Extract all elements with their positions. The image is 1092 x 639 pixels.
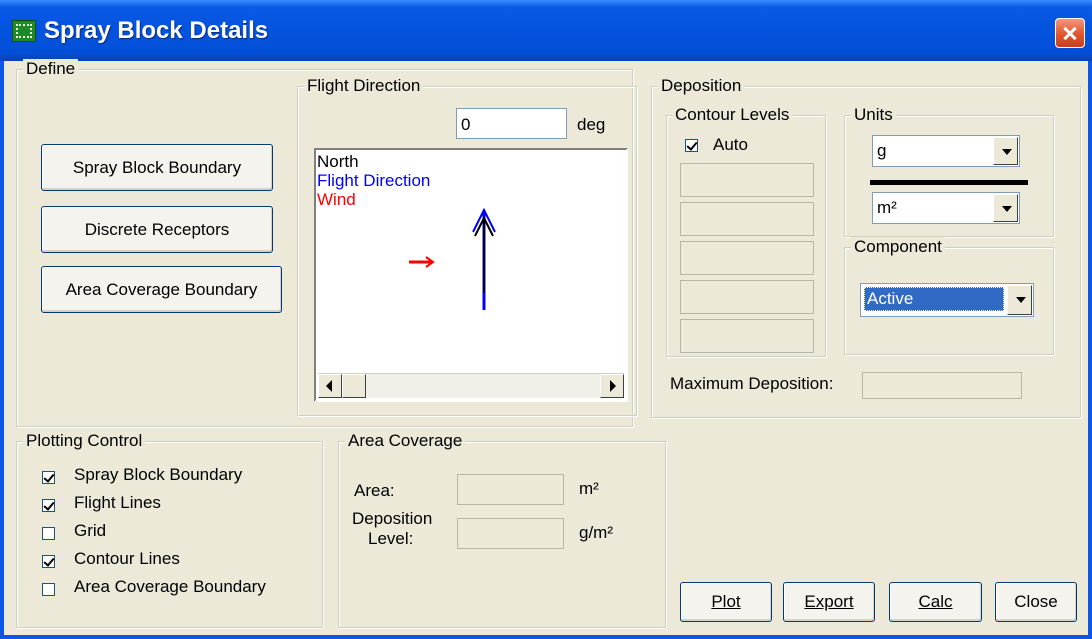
define-group-label: Define [23, 59, 79, 79]
direction-arrows [409, 207, 496, 310]
scroll-right-icon[interactable] [600, 374, 624, 398]
scroll-left-icon[interactable] [318, 374, 342, 398]
component-label: Component [851, 237, 945, 257]
auto-label: Auto [713, 135, 748, 154]
plotting-control-label: Plotting Control [23, 431, 146, 451]
contour-level-1[interactable] [680, 163, 814, 197]
close-icon[interactable] [1055, 18, 1085, 48]
scroll-thumb[interactable] [342, 374, 366, 398]
flight-direction-input[interactable]: 0 [456, 108, 567, 139]
flight-lines-check-label: Flight Lines [74, 493, 161, 512]
deposition-label: Deposition [658, 76, 745, 96]
units-denominator-select[interactable]: m² [872, 192, 1020, 224]
area-coverage-boundary-checkbox[interactable] [42, 583, 55, 596]
grid-checkbox[interactable] [42, 527, 55, 540]
area-unit-label: m² [579, 479, 599, 498]
units-numerator-select[interactable]: g [872, 135, 1020, 167]
plot-button[interactable]: Plot [680, 582, 772, 622]
flight-direction-label: Flight Direction [304, 76, 424, 96]
area-coverage-label: Area Coverage [345, 431, 466, 451]
component-select[interactable]: Active [860, 283, 1034, 317]
contour-level-3[interactable] [680, 241, 814, 275]
contour-level-4[interactable] [680, 280, 814, 314]
spray-block-boundary-checkbox[interactable] [42, 471, 55, 484]
dialog-body: Define Spray Block Boundary Discrete Rec… [4, 59, 1088, 635]
area-field[interactable] [457, 474, 564, 505]
plot-horizontal-scrollbar[interactable] [318, 373, 624, 398]
close-button[interactable]: Close [995, 582, 1077, 622]
units-label: Units [851, 105, 896, 125]
wind-arrow [409, 256, 435, 268]
discrete-receptors-button[interactable]: Discrete Receptors [41, 206, 273, 253]
title-bar[interactable]: Spray Block Details [0, 0, 1092, 61]
contour-level-2[interactable] [680, 202, 814, 236]
export-button[interactable]: Export [783, 582, 875, 622]
deposition-level-field[interactable] [457, 518, 564, 549]
flight-direction-plot: North Flight Direction Wind [314, 148, 628, 402]
area-label: Area: [354, 481, 395, 500]
area-coverage-boundary-check-label: Area Coverage Boundary [74, 577, 266, 596]
contour-lines-checkbox[interactable] [42, 555, 55, 568]
contour-levels-label: Contour Levels [672, 105, 793, 125]
maximum-deposition-field[interactable] [862, 372, 1022, 399]
spray-block-boundary-check-label: Spray Block Boundary [74, 465, 243, 484]
grid-check-label: Grid [74, 521, 107, 540]
deposition-level-label-2: Level: [368, 529, 414, 548]
flight-lines-checkbox[interactable] [42, 499, 55, 512]
degree-unit-label: deg [577, 115, 606, 134]
grid-icon [12, 20, 36, 42]
spray-block-details-window: Spray Block Details Define Spray Block B… [0, 0, 1092, 639]
area-coverage-boundary-button[interactable]: Area Coverage Boundary [41, 266, 282, 313]
window-title: Spray Block Details [44, 17, 269, 44]
calc-button[interactable]: Calc [889, 582, 982, 622]
contour-level-5[interactable] [680, 319, 814, 353]
chevron-down-icon[interactable] [993, 137, 1018, 165]
north-arrow [474, 215, 494, 293]
spray-block-boundary-button[interactable]: Spray Block Boundary [41, 144, 273, 191]
chevron-down-icon[interactable] [1007, 285, 1032, 315]
contour-lines-check-label: Contour Lines [74, 549, 180, 568]
units-fraction-line [870, 180, 1028, 185]
deposition-level-label-1: Deposition [352, 509, 433, 528]
deposition-level-unit-label: g/m² [579, 523, 613, 542]
maximum-deposition-label: Maximum Deposition: [670, 374, 834, 393]
chevron-down-icon[interactable] [993, 194, 1018, 222]
auto-checkbox[interactable] [685, 139, 698, 152]
